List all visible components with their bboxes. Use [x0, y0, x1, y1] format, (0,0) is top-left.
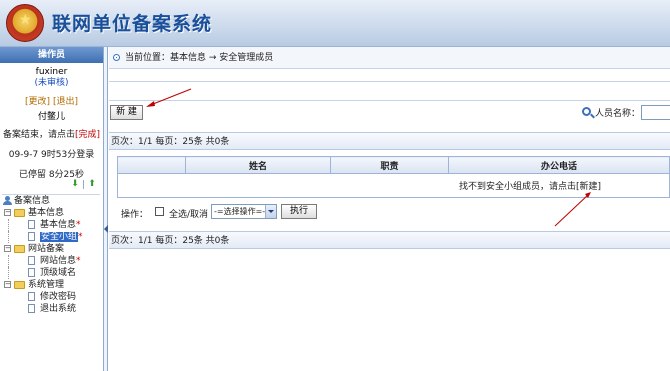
toolbar: 新 建 人员名称：	[109, 103, 670, 123]
page-icon	[28, 232, 35, 241]
tree-item-top-domain[interactable]: 顶级域名	[3, 267, 103, 279]
collapse-left-icon[interactable]	[104, 225, 108, 233]
tree-line	[8, 231, 9, 243]
ops-label: 操作：	[121, 210, 149, 220]
tree-item-label: 基本信息*	[40, 219, 81, 231]
tree-group-label: 基本信息	[28, 208, 65, 218]
user-status: (未审核)	[34, 78, 69, 88]
logout-link[interactable]: [退出]	[53, 97, 78, 107]
login-time: 09-9-7 9时53分登录	[8, 150, 95, 160]
new-button[interactable]: 新 建	[110, 105, 143, 120]
table-row: 找不到安全小组成员，请点击[新建]	[117, 173, 670, 198]
user-info: fuxiner (未审核) [更改] [退出] 付鳖儿 备案结束，请点击[完成]…	[0, 63, 103, 181]
batch-operations: 操作： 全选/取消 -=选择操作=- 执行	[109, 202, 670, 222]
change-link[interactable]: [更改]	[25, 97, 50, 107]
search-label: 人员名称：	[595, 109, 641, 119]
page-icon	[28, 256, 35, 265]
page-icon	[28, 304, 35, 313]
search-icon	[582, 107, 591, 116]
collapse-icon[interactable]: −	[4, 281, 11, 288]
execute-button[interactable]: 执行	[281, 204, 317, 219]
tree-line	[8, 255, 9, 267]
finish-prompt-text: 备案结束，请点击	[2, 130, 75, 140]
search-input[interactable]	[641, 105, 670, 120]
tree-item-label: 安全小组*	[40, 231, 83, 243]
user-links: [更改] [退出]	[0, 97, 103, 108]
spacer-band	[109, 81, 670, 101]
expand-down-icon[interactable]: ⬇	[71, 180, 79, 189]
col-name: 姓名	[185, 156, 331, 174]
members-table: 姓名 职责 办公电话 找不到安全小组成员，请点击[新建]	[117, 156, 670, 198]
real-name: 付鳖儿	[37, 112, 65, 122]
finish-link[interactable]: [完成]	[75, 130, 100, 140]
tree-group-system[interactable]: − 系统管理	[3, 279, 103, 291]
action-select-value: -=选择操作=-	[214, 207, 266, 216]
required-mark: *	[76, 220, 81, 230]
location-icon	[113, 54, 120, 61]
pager-bottom: 页次：1/1 每页：25条 共0条	[109, 231, 670, 249]
tree-item-text: 网站信息	[40, 256, 77, 266]
action-select[interactable]: -=选择操作=-	[211, 204, 277, 219]
tree-line	[8, 267, 9, 279]
page-icon	[28, 292, 35, 301]
col-duty: 职责	[330, 156, 449, 174]
username: fuxiner	[35, 67, 68, 77]
breadcrumb: 当前位置：基本信息 → 安全管理成员	[109, 47, 670, 69]
tree-item-label: 退出系统	[40, 304, 77, 314]
collapse-icon[interactable]: −	[4, 209, 11, 216]
pager-top: 页次：1/1 每页：25条 共0条	[109, 132, 670, 150]
tree-group-website[interactable]: − 网站备案	[3, 243, 103, 255]
table-header: 姓名 职责 办公电话	[117, 156, 670, 174]
tree-item-text: 基本信息	[40, 220, 77, 230]
tree-root-label: 备案信息	[14, 196, 51, 206]
collapse-icon[interactable]: −	[4, 245, 11, 252]
empty-text: 找不到安全小组成员，请点击	[458, 182, 576, 192]
required-mark: *	[78, 232, 83, 242]
col-select	[117, 156, 186, 174]
tree-item-basic-info[interactable]: 基本信息*	[3, 219, 103, 231]
users-icon	[3, 196, 12, 205]
page-icon	[28, 220, 35, 229]
app-title-reflection: 联网单位备案系统	[52, 16, 213, 29]
finish-prompt: 备案结束，请点击[完成]	[0, 130, 103, 141]
tree-root[interactable]: 备案信息	[3, 195, 103, 207]
tree-item-security-team[interactable]: 安全小组*	[3, 231, 103, 243]
main-content: 当前位置：基本信息 → 安全管理成员 新 建 人员名称： 页次：1/1 每页：2…	[109, 47, 670, 371]
tree-group-basic[interactable]: − 基本信息	[3, 207, 103, 219]
sidebar: 操作员 fuxiner (未审核) [更改] [退出] 付鳖儿 备案结束，请点击…	[0, 47, 104, 371]
page-icon	[28, 268, 35, 277]
tree-item-text: 安全小组	[40, 232, 79, 242]
chevron-down-icon[interactable]	[265, 205, 276, 218]
folder-open-icon	[14, 209, 25, 217]
tree-item-label: 修改密码	[40, 292, 77, 302]
tree-item-exit-system[interactable]: 退出系统	[3, 303, 103, 315]
tree-item-website-info[interactable]: 网站信息*	[3, 255, 103, 267]
operator-heading: 操作员	[0, 47, 103, 63]
collapse-up-icon[interactable]: ⬆	[88, 180, 96, 189]
tree-controls: ⬇ ⬆	[70, 180, 100, 190]
app-header: 联网单位备案系统 联网单位备案系统	[0, 0, 670, 47]
new-link[interactable]: [新建]	[576, 182, 601, 192]
tree-item-label: 顶级域名	[40, 268, 77, 278]
empty-message: 找不到安全小组成员，请点击[新建]	[117, 173, 670, 198]
folder-open-icon	[14, 245, 25, 253]
tree-group-label: 系统管理	[28, 280, 65, 290]
select-all-checkbox[interactable]	[155, 207, 164, 216]
sidebar-splitter[interactable]	[104, 47, 108, 371]
tree-item-change-password[interactable]: 修改密码	[3, 291, 103, 303]
police-emblem-icon	[6, 4, 44, 42]
required-mark: *	[76, 256, 81, 266]
breadcrumb-text: 当前位置：基本信息 → 安全管理成员	[125, 53, 274, 63]
tree-item-label: 网站信息*	[40, 255, 81, 267]
folder-open-icon	[14, 281, 25, 289]
select-all-label[interactable]: 全选/取消	[169, 207, 208, 220]
col-phone: 办公电话	[448, 156, 670, 174]
tree-group-label: 网站备案	[28, 244, 65, 254]
nav-tree: 备案信息 − 基本信息 基本信息* 安全小组* − 网站备案 网站信息* 顶级域…	[3, 195, 103, 315]
tree-line	[8, 219, 9, 231]
divider	[83, 180, 84, 189]
